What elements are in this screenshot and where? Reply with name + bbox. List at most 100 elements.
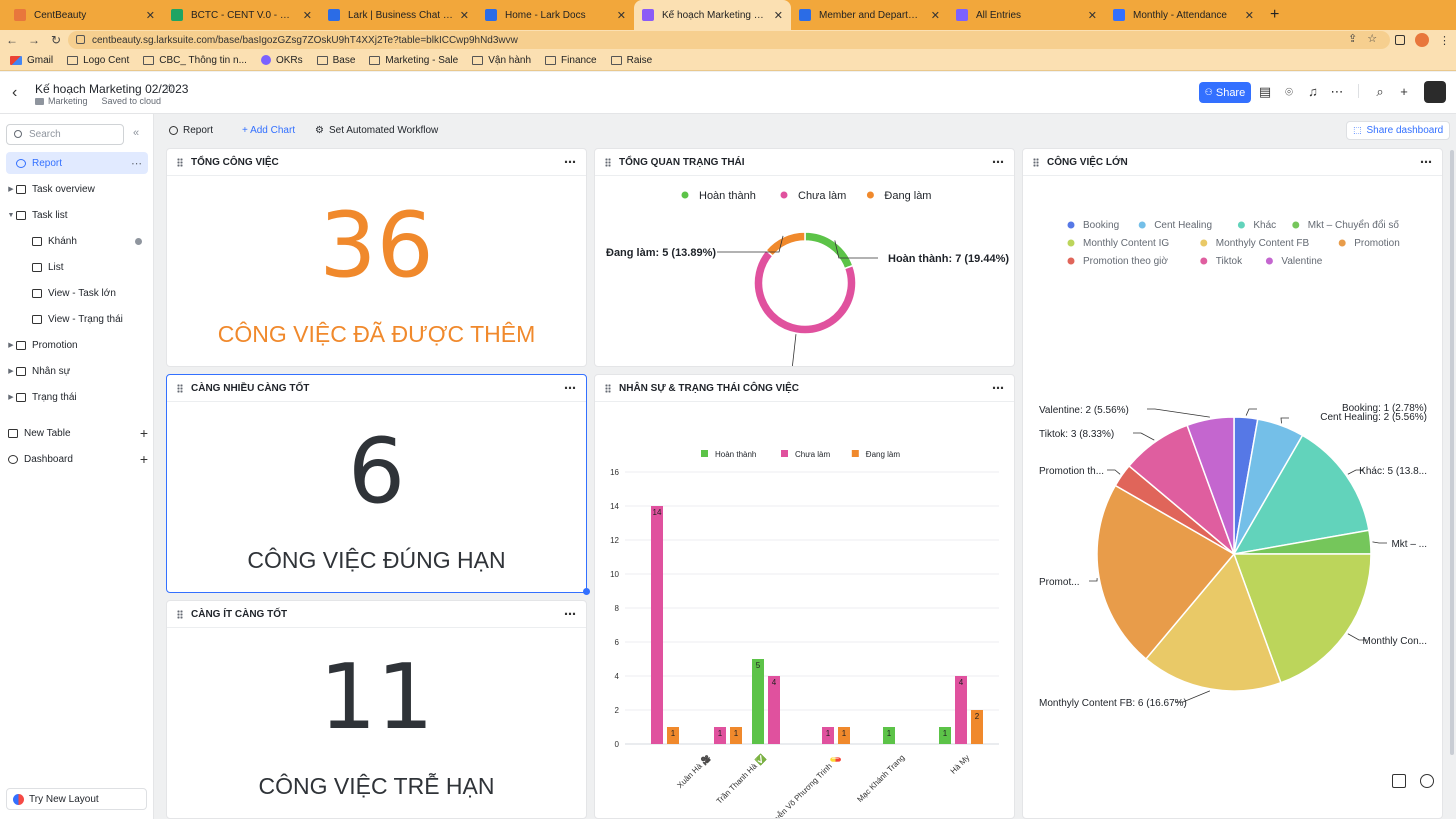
doc-folder[interactable]: Marketing (35, 96, 88, 106)
browser-tab[interactable]: Monthly - Attendance ✕ (1105, 0, 1262, 30)
card-more-icon[interactable]: ⋯ (992, 381, 1005, 395)
collapse-arrow-icon[interactable]: ▼ (6, 212, 16, 219)
share-button[interactable]: ⚇ Share (1199, 82, 1251, 103)
bookmark-item[interactable]: Finance (545, 55, 597, 66)
bookmark-item[interactable]: Gmail (10, 55, 53, 66)
report-tab[interactable]: Report (169, 125, 213, 136)
folder-icon (316, 55, 328, 65)
user-avatar[interactable] (1424, 81, 1446, 103)
sidebar-item-report[interactable]: Report ⋯ (6, 152, 148, 174)
card-more-icon[interactable]: ⋯ (1420, 155, 1433, 169)
try-new-layout-button[interactable]: Try New Layout (6, 788, 147, 810)
drag-handle-icon[interactable] (177, 609, 183, 619)
bookmark-item[interactable]: Base (316, 55, 355, 66)
sidebar-item-nhan-su[interactable]: ▶ Nhân sự (6, 360, 148, 382)
browser-menu-icon[interactable]: ⋮ (1439, 34, 1450, 47)
notes-icon[interactable] (1392, 774, 1406, 788)
sidebar-item-task-overview[interactable]: ▶ Task overview (6, 178, 148, 200)
card-on-time-tasks[interactable]: CÀNG NHIỀU CÀNG TỐT ⋯ 6 CÔNG VIỆC ĐÚNG H… (166, 374, 587, 593)
bookmark-item[interactable]: Logo Cent (67, 55, 129, 66)
close-tab-icon[interactable]: ✕ (146, 9, 155, 22)
share-dashboard-button[interactable]: ⬚ Share dashboard (1346, 120, 1451, 140)
expand-arrow-icon[interactable]: ▶ (6, 185, 16, 193)
favorite-star-icon[interactable]: ☆ (164, 81, 175, 95)
card-more-icon[interactable]: ⋯ (564, 607, 577, 621)
bookmark-item[interactable]: OKRs (260, 55, 303, 66)
bookmark-item[interactable]: Marketing - Sale (369, 55, 458, 66)
help-icon[interactable] (1420, 774, 1434, 788)
bookmark-item[interactable]: Vận hành (472, 55, 531, 66)
browser-tab[interactable]: All Entries ✕ (948, 0, 1105, 30)
card-more-icon[interactable]: ⋯ (992, 155, 1005, 169)
card-more-icon[interactable]: ⋯ (564, 381, 577, 395)
card-big-tasks[interactable]: CÔNG VIỆC LỚN ⋯ Booking Cent Healing Khác M… (1022, 148, 1443, 819)
scrollbar[interactable] (1450, 150, 1454, 755)
share-page-icon[interactable]: ⇪ (1348, 32, 1357, 45)
expand-arrow-icon[interactable]: ▶ (6, 367, 16, 375)
browser-tab[interactable]: Kế hoạch Marketing 02/2023 - Lark ✕ (634, 0, 791, 30)
browser-tab[interactable]: CentBeauty ✕ (6, 0, 163, 30)
sidebar-item-khanh[interactable]: Khánh (6, 230, 148, 252)
dashboard-toolbar: Report + Add Chart ⚙ Set Automated Workf… (155, 114, 1456, 146)
resize-handle[interactable] (583, 588, 590, 595)
sidebar-item-view-trang-thai[interactable]: View - Trạng thái (6, 308, 148, 330)
search-input[interactable]: Search (6, 124, 124, 145)
more-icon[interactable]: ⋯ (131, 157, 142, 170)
card-staff-status[interactable]: NHÂN SỰ & TRẠNG THÁI CÔNG VIỆC ⋯ Hoàn th… (594, 374, 1015, 819)
card-late-tasks[interactable]: CÀNG ÍT CÀNG TỐT ⋯ 11 CÔNG VIỆC TRỄ HẠN (166, 600, 587, 819)
drag-handle-icon[interactable] (177, 383, 183, 393)
sidebar-item-view-task-lon[interactable]: View - Task lớn (6, 282, 148, 304)
back-icon[interactable]: ← (2, 33, 22, 47)
expand-arrow-icon[interactable]: ▶ (6, 393, 16, 401)
close-tab-icon[interactable]: ✕ (1088, 9, 1097, 22)
drag-handle-icon[interactable] (605, 383, 611, 393)
new-tab-icon[interactable]: + (1270, 0, 1279, 30)
automated-workflow-button[interactable]: ⚙ Set Automated Workflow (315, 125, 438, 136)
browser-tab[interactable]: Member and Department - Lark ✕ (791, 0, 948, 30)
url-field[interactable]: centbeauty.sg.larksuite.com/base/basIgoz… (68, 31, 1390, 49)
close-tab-icon[interactable]: ✕ (931, 9, 940, 22)
browser-tab[interactable]: BCTC - CENT V.0 - Google Trang tính ✕ (163, 0, 320, 30)
notification-bell-icon[interactable]: ♫ (1306, 84, 1320, 100)
drag-handle-icon[interactable] (1033, 157, 1039, 167)
collapse-sidebar-icon[interactable]: « (133, 127, 139, 139)
card-status-overview[interactable]: TỔNG QUAN TRẠNG THÁI ⋯ Hoàn thành Chưa là… (594, 148, 1015, 367)
close-tab-icon[interactable]: ✕ (774, 9, 783, 22)
back-arrow-icon[interactable]: ‹ (12, 84, 17, 102)
dashboard-item[interactable]: Dashboard + (8, 449, 148, 469)
sidebar-item-trang-thai[interactable]: ▶ Trạng thái (6, 386, 148, 408)
card-total-tasks[interactable]: TỔNG CÔNG VIỆC ⋯ 36 CÔNG VIỆC ĐÃ ĐƯỢC TH… (166, 148, 587, 367)
folder-icon (260, 55, 271, 65)
browser-tab[interactable]: Home - Lark Docs ✕ (477, 0, 634, 30)
browser-tab[interactable]: Lark | Business Chat & Collaboration ✕ (320, 0, 477, 30)
table-icon (16, 340, 26, 350)
sidebar-toggle-icon[interactable] (1395, 35, 1405, 45)
browser-profile-avatar[interactable] (1415, 33, 1429, 47)
sidebar-item-list[interactable]: List (6, 256, 148, 278)
more-icon[interactable]: ⋯ (1330, 84, 1344, 100)
drag-handle-icon[interactable] (605, 157, 611, 167)
close-tab-icon[interactable]: ✕ (460, 9, 469, 22)
bookmark-item[interactable]: Raise (610, 55, 652, 66)
search-icon[interactable]: ⌕ (1373, 84, 1387, 100)
add-table-icon[interactable]: + (140, 425, 148, 441)
new-table-item[interactable]: New Table + (8, 423, 148, 443)
add-dashboard-icon[interactable]: + (140, 451, 148, 467)
card-more-icon[interactable]: ⋯ (564, 155, 577, 169)
drag-handle-icon[interactable] (177, 157, 183, 167)
expand-arrow-icon[interactable]: ▶ (6, 341, 16, 349)
sidebar-item-task-list[interactable]: ▼ Task list (6, 204, 148, 226)
close-tab-icon[interactable]: ✕ (1245, 9, 1254, 22)
add-chart-button[interactable]: + Add Chart (242, 125, 295, 136)
sidebar-item-promotion[interactable]: ▶ Promotion (6, 334, 148, 356)
bot-icon[interactable]: ⌾ (1282, 84, 1296, 100)
form-icon[interactable]: ▤ (1258, 84, 1272, 100)
bookmark-item[interactable]: CBC_ Thông tin n... (143, 55, 247, 66)
bookmark-star-icon[interactable]: ☆ (1367, 32, 1377, 45)
close-tab-icon[interactable]: ✕ (303, 9, 312, 22)
close-tab-icon[interactable]: ✕ (617, 9, 626, 22)
slice-label: Promot... (1039, 577, 1080, 588)
reload-icon[interactable]: ↻ (46, 33, 66, 47)
plus-icon[interactable]: + (1397, 84, 1411, 100)
forward-icon[interactable]: → (24, 33, 44, 47)
